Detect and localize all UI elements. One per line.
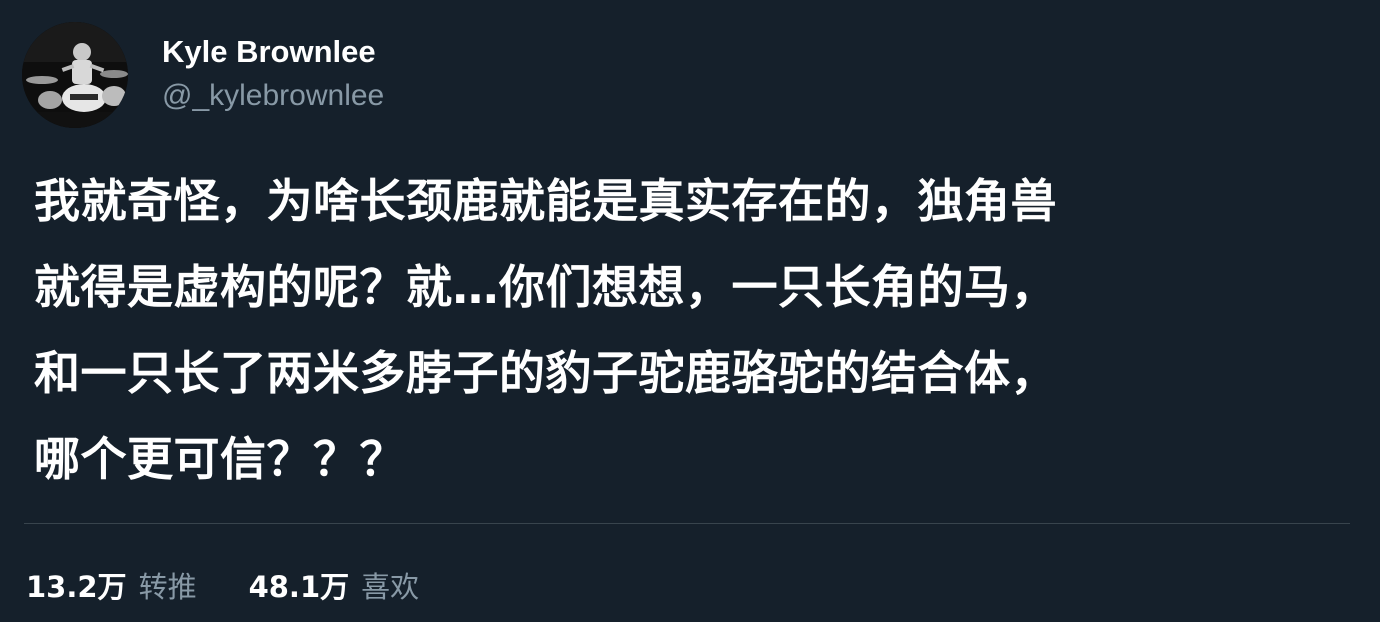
likes-count: 48.1万 bbox=[248, 570, 350, 604]
tweet-text-line: 我就奇怪，为啥长颈鹿就能是真实存在的，独角兽 bbox=[34, 174, 1057, 228]
retweets-label: 转推 bbox=[138, 570, 197, 604]
tweet-stats: 13.2万 转推 48.1万 喜欢 bbox=[26, 560, 471, 610]
tweet-header: Kyle Brownlee @_kylebrownlee bbox=[22, 22, 384, 128]
tweet-text-line: 就得是虚构的呢？就…你们想想，一只长角的马， bbox=[34, 260, 1057, 314]
likes-stat[interactable]: 48.1万 喜欢 bbox=[249, 564, 420, 606]
retweets-count: 13.2万 bbox=[26, 570, 127, 604]
tweet-text: 我就奇怪，为啥长颈鹿就能是真实存在的，独角兽 就得是虚构的呢？就…你们想想，一只… bbox=[34, 158, 1354, 502]
author-names: Kyle Brownlee @_kylebrownlee bbox=[162, 32, 384, 116]
likes-label: 喜欢 bbox=[361, 570, 420, 604]
divider bbox=[24, 523, 1350, 524]
avatar-photo-drummer-icon bbox=[22, 22, 128, 128]
tweet-text-line: 和一只长了两米多脖子的豹子驼鹿骆驼的结合体， bbox=[34, 346, 1057, 400]
author-display-name[interactable]: Kyle Brownlee bbox=[162, 32, 384, 72]
author-handle[interactable]: @_kylebrownlee bbox=[162, 76, 384, 116]
retweets-stat[interactable]: 13.2万 转推 bbox=[26, 564, 197, 606]
avatar[interactable] bbox=[22, 22, 128, 128]
tweet-text-line: 哪个更可信？？？ bbox=[34, 432, 406, 486]
